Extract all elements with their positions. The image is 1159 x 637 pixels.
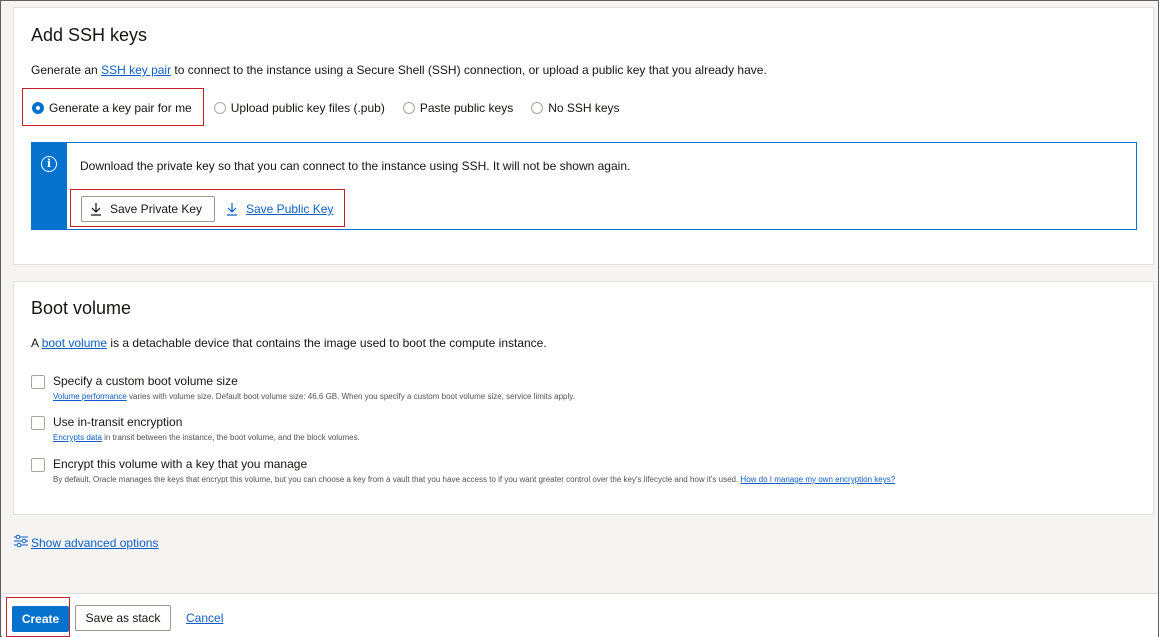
checkbox-in-transit-encryption[interactable] [31, 416, 45, 430]
show-advanced-options-label: Show advanced options [31, 535, 159, 550]
notice-message: Download the private key so that you can… [80, 159, 631, 173]
radio-no-ssh-keys[interactable]: No SSH keys [531, 101, 620, 115]
radio-generate-key-pair[interactable]: Generate a key pair for me [32, 101, 192, 115]
ssh-option-group: Generate a key pair for me Upload public… [32, 101, 638, 115]
radio-label: Upload public key files (.pub) [230, 101, 385, 115]
checkbox-label: Specify a custom boot volume size [53, 374, 238, 388]
save-private-key-button[interactable]: Save Private Key [81, 196, 215, 222]
checkbox-help-text: By default, Oracle manages the keys that… [53, 475, 895, 484]
save-public-key-label: Save Public Key [246, 202, 334, 216]
radio-unselected-icon [402, 102, 415, 114]
help-text: varies with volume size. Default boot vo… [126, 392, 575, 401]
download-icon [90, 202, 102, 216]
save-private-key-label: Save Private Key [110, 202, 203, 216]
create-button[interactable]: Create [12, 606, 69, 632]
checkbox-label: Encrypt this volume with a key that you … [53, 457, 308, 471]
boot-volume-link[interactable]: boot volume [42, 336, 107, 350]
sliders-icon [13, 534, 31, 551]
radio-unselected-icon [531, 102, 544, 114]
ssh-section-title: Add SSH keys [31, 25, 148, 45]
ssh-desc-prefix: Generate an [31, 63, 102, 77]
volume-performance-link[interactable]: Volume performance [53, 392, 127, 401]
save-as-stack-button[interactable]: Save as stack [75, 605, 171, 631]
radio-upload-public-key[interactable]: Upload public key files (.pub) [213, 101, 385, 115]
help-text: in transit between the instance, the boo… [101, 433, 360, 442]
radio-label: Paste public keys [419, 101, 514, 115]
checkbox-encrypt-own-key[interactable] [31, 458, 45, 472]
checkbox-label: Use in-transit encryption [53, 415, 183, 429]
radio-paste-public-keys[interactable]: Paste public keys [402, 101, 514, 115]
radio-unselected-icon [213, 102, 226, 114]
ssh-keys-section: Add SSH keys Generate an SSH key pair to… [13, 7, 1154, 265]
boot-section-title: Boot volume [31, 298, 132, 318]
boot-description: A boot volume is a detachable device tha… [31, 336, 547, 350]
manage-encryption-keys-link[interactable]: How do I manage my own encryption keys? [740, 475, 895, 484]
help-text: By default, Oracle manages the keys that… [53, 475, 741, 484]
download-icon [226, 202, 238, 216]
boot-desc-suffix: is a detachable device that contains the… [107, 336, 547, 350]
checkbox-custom-boot-size[interactable] [31, 375, 45, 389]
boot-desc-prefix: A [31, 336, 42, 350]
radio-selected-icon [32, 102, 44, 114]
cancel-link[interactable]: Cancel [186, 611, 223, 625]
info-icon: i [41, 156, 57, 172]
save-public-key-link[interactable]: Save Public Key [226, 202, 333, 216]
page-frame: Add SSH keys Generate an SSH key pair to… [0, 0, 1159, 637]
ssh-desc-suffix: to connect to the instance using a Secur… [171, 63, 767, 77]
info-notice: i Download the private key so that you c… [31, 142, 1137, 230]
checkbox-help-text: Encrypts data in transit between the ins… [53, 433, 360, 442]
boot-volume-section: Boot volume A boot volume is a detachabl… [13, 281, 1154, 515]
show-advanced-options-link[interactable]: Show advanced options [13, 534, 158, 551]
encrypts-data-link[interactable]: Encrypts data [53, 433, 102, 442]
footer-actions: Create Save as stack Cancel [2, 593, 1158, 637]
notice-accent-bar: i [32, 143, 67, 229]
ssh-description: Generate an SSH key pair to connect to t… [31, 63, 767, 77]
ssh-key-pair-link[interactable]: SSH key pair [101, 63, 171, 77]
radio-label: Generate a key pair for me [49, 101, 192, 115]
radio-label: No SSH keys [548, 101, 620, 115]
checkbox-help-text: Volume performance varies with volume si… [53, 392, 575, 401]
